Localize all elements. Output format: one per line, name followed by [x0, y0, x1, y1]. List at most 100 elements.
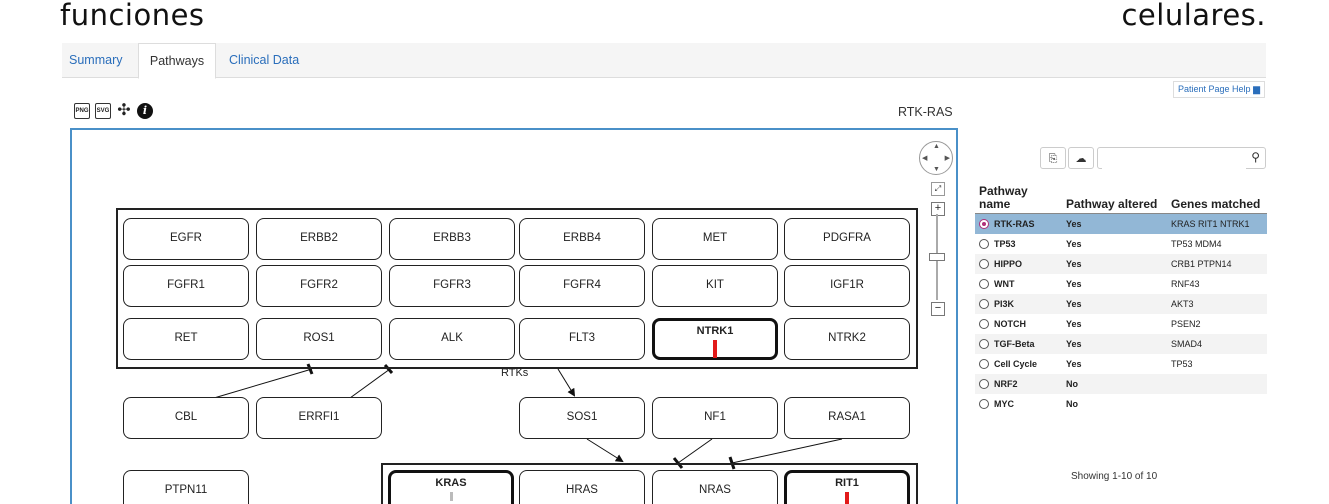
column-header-pathway-name[interactable]: Pathway name — [975, 183, 1062, 214]
pathway-name-cell[interactable]: WNT — [975, 274, 1062, 294]
gene-node-egfr[interactable]: EGFR — [123, 218, 249, 260]
genes-matched-cell: SMAD4 — [1167, 334, 1267, 354]
gene-node-ret[interactable]: RET — [123, 318, 249, 360]
edge-cbl-rtk — [213, 368, 313, 399]
row-radio[interactable] — [979, 299, 989, 310]
tab-summary[interactable]: Summary — [69, 43, 122, 77]
pathway-name: RTK-RAS — [994, 218, 1035, 229]
genes-matched-cell: TP53 MDM4 — [1167, 234, 1267, 254]
gene-node-ros1[interactable]: ROS1 — [256, 318, 382, 360]
pathway-name-cell[interactable]: TGF-Beta — [975, 334, 1062, 354]
pan-control[interactable]: ▲ ▼ ◀ ▶ — [919, 141, 953, 175]
gene-node-ntrk2[interactable]: NTRK2 — [784, 318, 910, 360]
gene-node-ptpn11[interactable]: PTPN11 — [123, 470, 249, 504]
gene-node-kit[interactable]: KIT — [652, 265, 778, 307]
svg-download-icon[interactable]: SVG — [95, 103, 111, 119]
pathway-table-body: RTK-RAS Yes KRAS RIT1 NTRK1 TP53 Yes TP53 MDM… — [975, 213, 1267, 414]
gene-node-nras[interactable]: NRAS — [652, 470, 778, 504]
table-row[interactable]: TGF-Beta Yes SMAD4 — [975, 334, 1267, 354]
gene-node-fgfr2[interactable]: FGFR2 — [256, 265, 382, 307]
row-radio[interactable] — [979, 319, 989, 330]
gene-node-erbb2[interactable]: ERBB2 — [256, 218, 382, 260]
patient-page-help-link[interactable]: Patient Page Help ▆ — [1173, 81, 1265, 98]
table-row[interactable]: PI3K Yes AKT3 — [975, 294, 1267, 314]
genes-matched-cell: CRB1 PTPN14 — [1167, 254, 1267, 274]
row-radio[interactable] — [979, 359, 989, 370]
gene-node-erbb4[interactable]: ERBB4 — [519, 218, 645, 260]
fit-to-screen-icon[interactable]: ⤢ — [931, 182, 945, 196]
row-radio[interactable] — [979, 219, 989, 230]
gene-node-cbl[interactable]: CBL — [123, 397, 249, 439]
copy-button[interactable]: ⎘ — [1040, 147, 1066, 169]
tab-pathways[interactable]: Pathways — [138, 43, 216, 79]
pathway-name: HIPPO — [994, 258, 1023, 269]
table-row[interactable]: Cell Cycle Yes TP53 — [975, 354, 1267, 374]
gene-label: RIT1 — [835, 477, 859, 489]
download-button[interactable]: ☁ — [1068, 147, 1094, 169]
row-radio[interactable] — [979, 239, 989, 250]
gene-node-ntrk1[interactable]: NTRK1 — [652, 318, 778, 360]
row-radio[interactable] — [979, 399, 989, 410]
zoom-out-button[interactable]: − — [931, 302, 945, 316]
gene-node-kras[interactable]: KRAS — [388, 470, 514, 504]
gene-node-fgfr3[interactable]: FGFR3 — [389, 265, 515, 307]
alteration-bar — [713, 340, 717, 358]
genes-matched-cell: RNF43 — [1167, 274, 1267, 294]
column-header-genes-matched[interactable]: Genes matched — [1167, 183, 1267, 214]
pathway-name-cell[interactable]: NRF2 — [975, 374, 1062, 394]
pathway-altered-cell: Yes — [1062, 254, 1167, 274]
gene-node-erbb3[interactable]: ERBB3 — [389, 218, 515, 260]
zoom-slider-handle[interactable] — [929, 253, 945, 261]
gene-node-met[interactable]: MET — [652, 218, 778, 260]
table-row[interactable]: MYC No — [975, 394, 1267, 414]
gene-node-nf1[interactable]: NF1 — [652, 397, 778, 439]
table-row[interactable]: HIPPO Yes CRB1 PTPN14 — [975, 254, 1267, 274]
row-radio[interactable] — [979, 339, 989, 350]
tab-bar: Summary Pathways Clinical Data — [62, 43, 1266, 79]
info-icon[interactable]: i — [137, 103, 153, 119]
pathway-name-cell[interactable]: Cell Cycle — [975, 354, 1062, 374]
gene-node-rasa1[interactable]: RASA1 — [784, 397, 910, 439]
gene-node-pdgfra[interactable]: PDGFRA — [784, 218, 910, 260]
pathway-name-cell[interactable]: MYC — [975, 394, 1062, 414]
genes-matched-cell — [1167, 374, 1267, 394]
genes-matched-cell: TP53 — [1167, 354, 1267, 374]
row-radio[interactable] — [979, 379, 989, 390]
pathway-altered-cell: Yes — [1062, 314, 1167, 334]
pathway-name-cell[interactable]: NOTCH — [975, 314, 1062, 334]
tab-clinical-data[interactable]: Clinical Data — [229, 43, 299, 77]
gene-node-flt3[interactable]: FLT3 — [519, 318, 645, 360]
gene-node-errfi1[interactable]: ERRFI1 — [256, 397, 382, 439]
network-icon[interactable]: ✣ — [116, 103, 132, 119]
row-radio[interactable] — [979, 259, 989, 270]
genes-matched-cell: AKT3 — [1167, 294, 1267, 314]
gene-node-alk[interactable]: ALK — [389, 318, 515, 360]
table-search-input[interactable] — [1102, 149, 1246, 169]
cloud-download-icon: ☁ — [1075, 153, 1087, 165]
table-row[interactable]: WNT Yes RNF43 — [975, 274, 1267, 294]
pathway-name: MYC — [994, 398, 1014, 409]
pathway-name-cell[interactable]: TP53 — [975, 234, 1062, 254]
png-download-icon[interactable]: PNG — [74, 103, 90, 119]
gene-node-igf1r[interactable]: IGF1R — [784, 265, 910, 307]
zoom-in-button[interactable]: + — [931, 202, 945, 216]
gene-node-rit1[interactable]: RIT1 — [784, 470, 910, 504]
gene-node-sos1[interactable]: SOS1 — [519, 397, 645, 439]
pathway-name-cell[interactable]: HIPPO — [975, 254, 1062, 274]
pathway-diagram[interactable]: RTKs ▲ ▼ ◀ ▶ ⤢ + − EGFR ERBB2 ERBB3 ERBB4 ME… — [70, 128, 958, 504]
table-row[interactable]: TP53 Yes TP53 MDM4 — [975, 234, 1267, 254]
pathway-altered-cell: Yes — [1062, 274, 1167, 294]
table-row[interactable]: NRF2 No — [975, 374, 1267, 394]
table-row[interactable]: RTK-RAS Yes KRAS RIT1 NTRK1 — [975, 213, 1267, 234]
gene-node-hras[interactable]: HRAS — [519, 470, 645, 504]
pathway-name: TGF-Beta — [994, 338, 1035, 349]
row-radio[interactable] — [979, 279, 989, 290]
gene-node-fgfr4[interactable]: FGFR4 — [519, 265, 645, 307]
table-search: ⚲ — [1097, 147, 1266, 169]
table-row[interactable]: NOTCH Yes PSEN2 — [975, 314, 1267, 334]
heading-word-left: funciones — [60, 0, 205, 32]
pathway-name-cell[interactable]: PI3K — [975, 294, 1062, 314]
gene-node-fgfr1[interactable]: FGFR1 — [123, 265, 249, 307]
column-header-pathway-altered[interactable]: Pathway altered — [1062, 183, 1167, 214]
pathway-name-cell[interactable]: RTK-RAS — [975, 213, 1062, 234]
